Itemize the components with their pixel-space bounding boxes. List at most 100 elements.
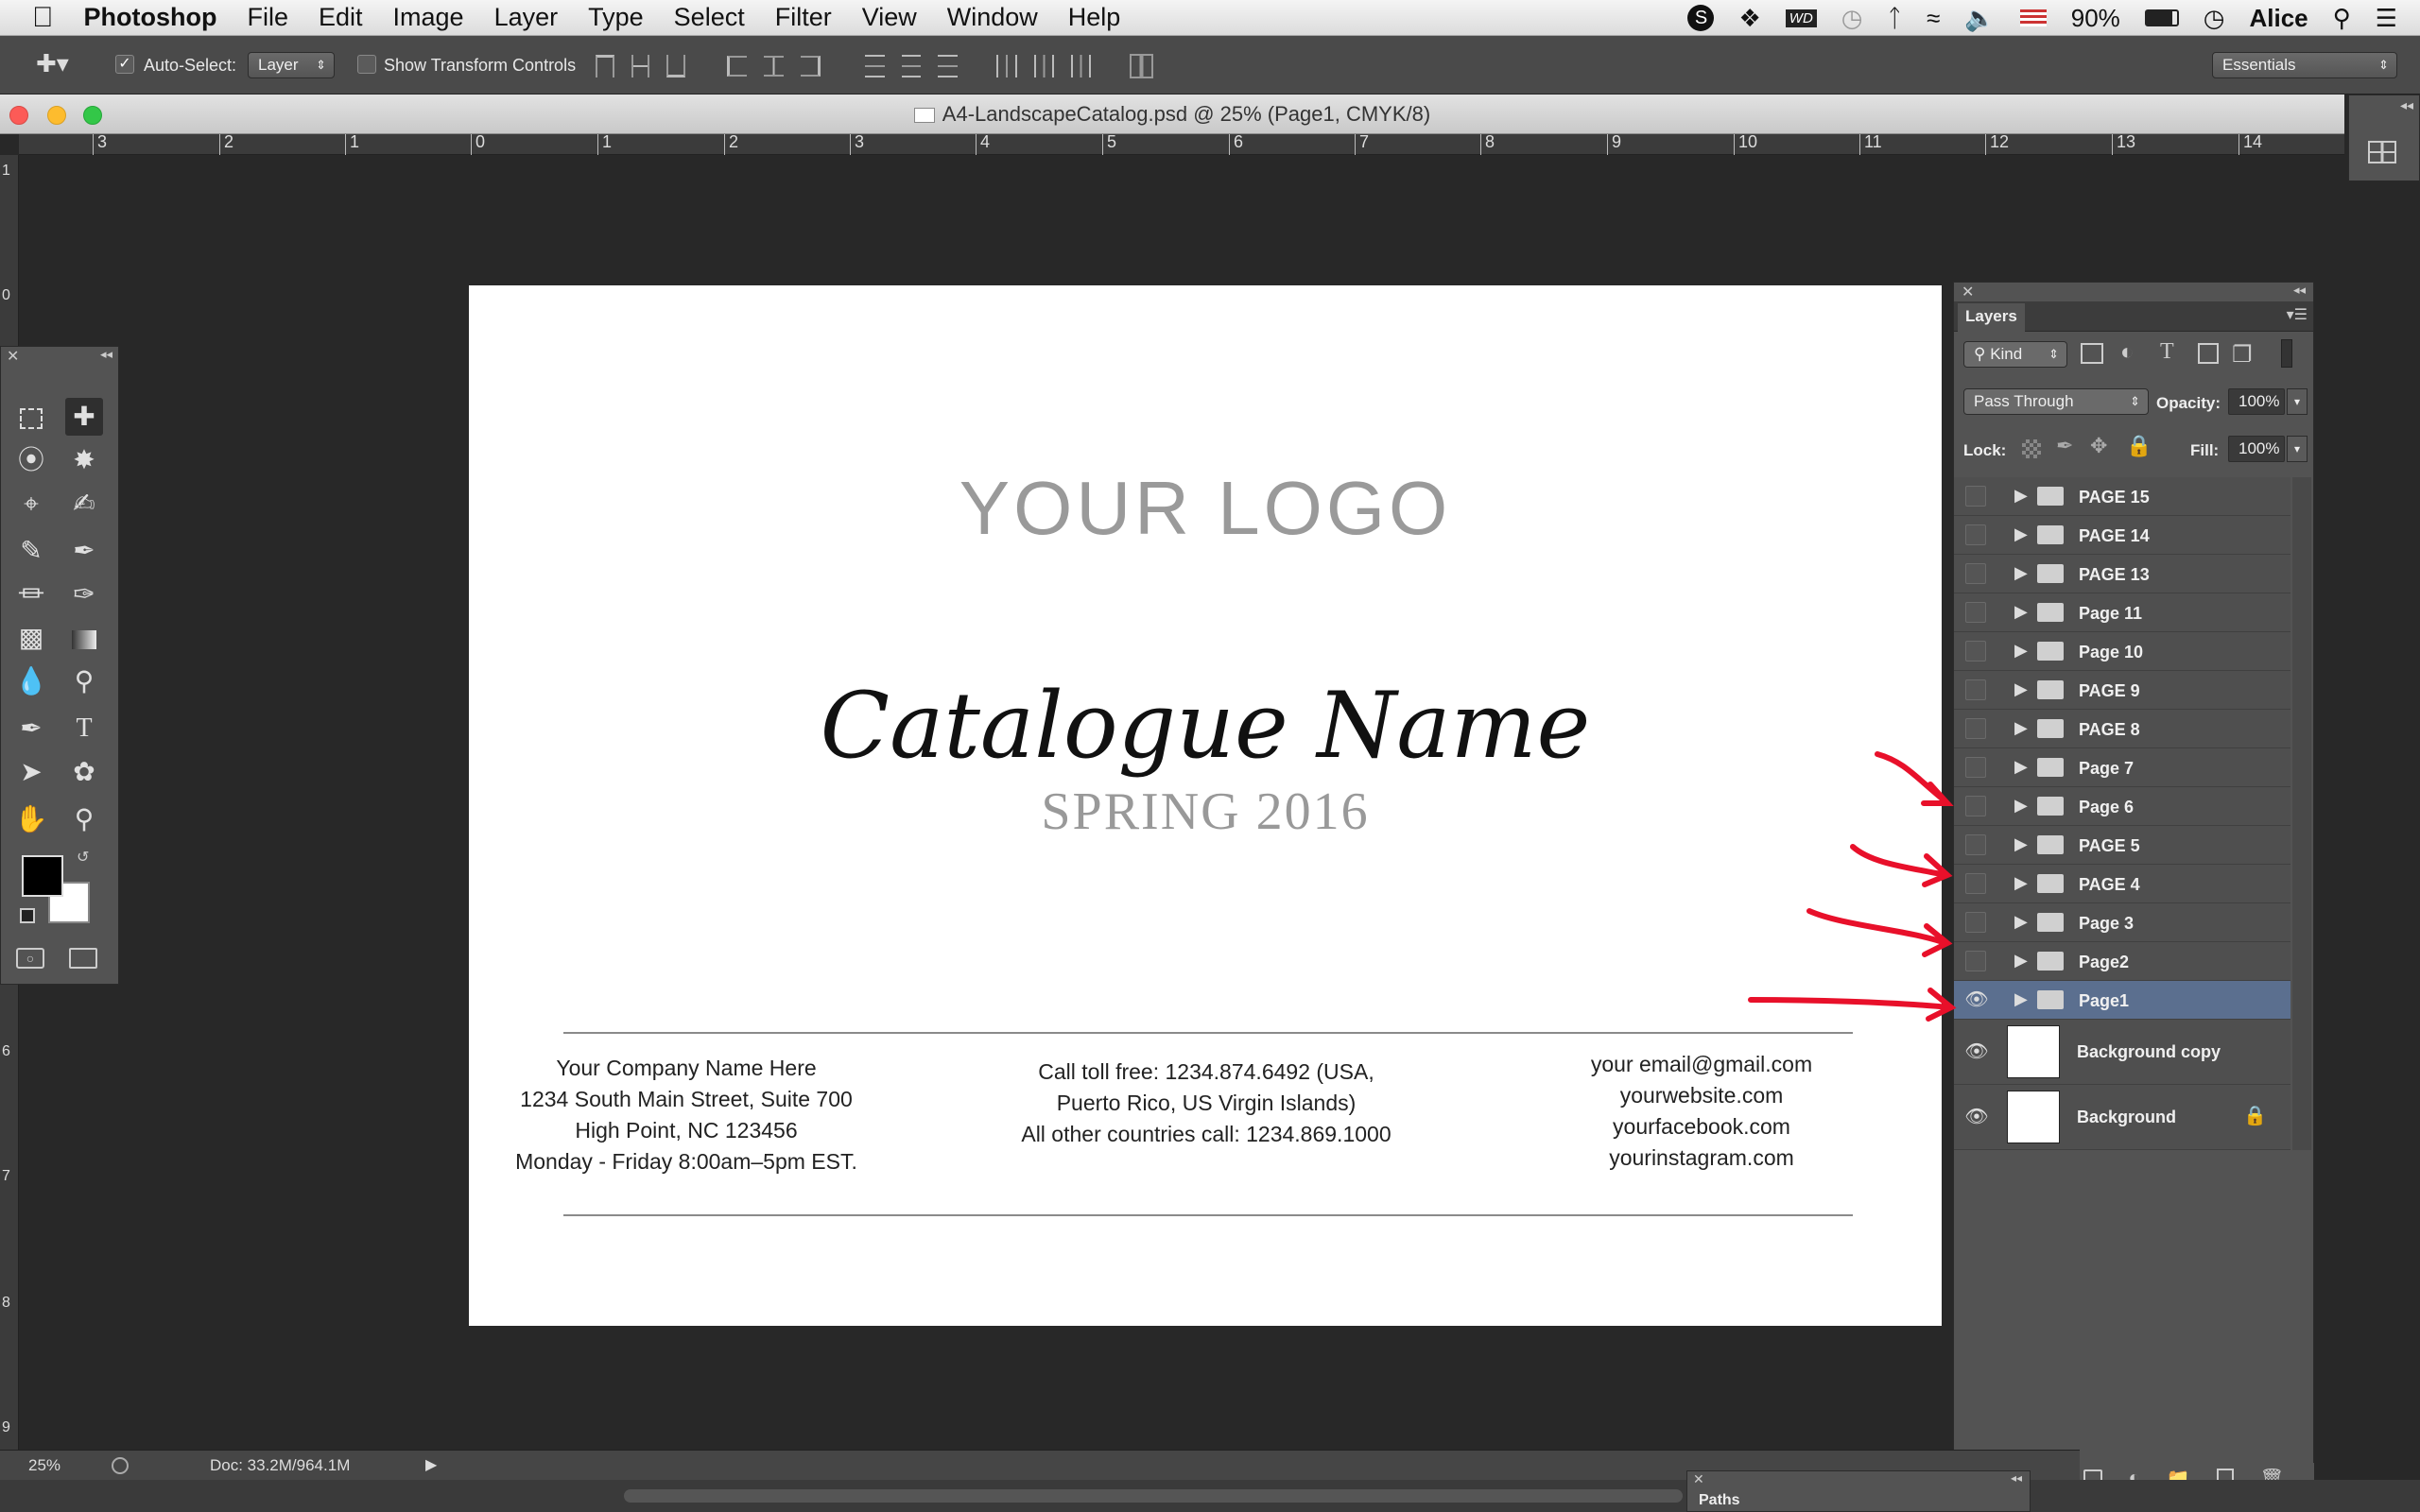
clock-icon[interactable]: ◷ bbox=[2204, 4, 2225, 33]
swap-colors-icon[interactable]: ↺ bbox=[77, 848, 89, 867]
filter-smart-object-icon[interactable]: ❐ bbox=[2232, 341, 2253, 369]
visibility-toggle[interactable] bbox=[1965, 602, 1986, 623]
dropbox-icon[interactable]: ❖ bbox=[1738, 4, 1760, 33]
eyedropper-tool-icon[interactable]: ✍ bbox=[65, 485, 103, 523]
visibility-toggle[interactable] bbox=[1965, 486, 1986, 507]
eye-icon[interactable]: 👁 bbox=[1963, 1042, 1990, 1061]
zoom-level[interactable]: 25% bbox=[28, 1451, 60, 1481]
menu-image[interactable]: Image bbox=[378, 3, 479, 32]
screen-mode-icon[interactable] bbox=[69, 948, 97, 969]
pen-tool-icon[interactable]: ✒ bbox=[12, 710, 50, 747]
eraser-tool-icon[interactable]: ▩ bbox=[12, 619, 50, 657]
filter-kind-dropdown[interactable]: ⚲ Kind ⇕ bbox=[1963, 341, 2067, 368]
menu-help[interactable]: Help bbox=[1053, 3, 1136, 32]
document-canvas[interactable]: YOUR LOGO Catalogue Name SPRING 2016 You… bbox=[469, 285, 1942, 1326]
layer-group-row[interactable]: ▶ Page 10 bbox=[1954, 632, 2290, 671]
expand-arrow-icon[interactable]: ▶ bbox=[2014, 641, 2028, 661]
brush-tool-icon[interactable]: ✒ bbox=[65, 532, 103, 570]
menu-app-photoshop[interactable]: Photoshop bbox=[69, 3, 233, 32]
magic-wand-tool-icon[interactable]: ✸ bbox=[65, 441, 103, 479]
crop-tool-icon[interactable]: ⌖ bbox=[12, 485, 50, 523]
filter-shape-icon[interactable] bbox=[2198, 343, 2219, 364]
blend-mode-dropdown[interactable]: Pass Through ⇕ bbox=[1963, 388, 2149, 415]
distribute-hcenter-icon[interactable] bbox=[1033, 55, 1054, 77]
layer-group-row[interactable]: ▶ PAGE 13 bbox=[1954, 555, 2290, 593]
close-panel-icon[interactable]: ✕ bbox=[1962, 283, 1974, 301]
close-panel-icon[interactable]: ✕ bbox=[7, 347, 19, 366]
menu-edit[interactable]: Edit bbox=[303, 3, 378, 32]
flag-icon[interactable] bbox=[2019, 9, 2047, 26]
dock-collapse-icon[interactable]: ◂◂ bbox=[2400, 97, 2413, 113]
fill-field[interactable]: 100% bbox=[2228, 436, 2285, 462]
filter-adjustment-icon[interactable]: ◐ bbox=[2120, 339, 2135, 366]
time-machine-icon[interactable]: ◷ bbox=[1841, 4, 1863, 33]
close-window-icon[interactable] bbox=[9, 106, 28, 125]
distribute-left-icon[interactable] bbox=[996, 55, 1017, 77]
expand-arrow-icon[interactable]: ▶ bbox=[2014, 718, 2028, 738]
filter-toggle-icon[interactable] bbox=[2281, 339, 2292, 368]
visibility-toggle[interactable] bbox=[1965, 524, 1986, 545]
notification-center-icon[interactable]: ☰ bbox=[2376, 4, 2397, 33]
auto-select-checkbox[interactable]: ✓ bbox=[115, 55, 134, 74]
volume-icon[interactable]: 🔈 bbox=[1964, 4, 1995, 33]
workspace-dropdown[interactable]: Essentials ⇕ bbox=[2212, 52, 2397, 78]
opacity-dropdown-icon[interactable]: ▾ bbox=[2287, 388, 2308, 415]
move-tool-icon[interactable]: ✚ bbox=[65, 398, 103, 436]
filter-pixel-icon[interactable] bbox=[2081, 343, 2103, 364]
distribute-bottom-icon[interactable] bbox=[938, 55, 959, 77]
lasso-tool-icon[interactable]: ⦿ bbox=[12, 441, 50, 479]
panel-menu-icon[interactable]: ▾☰ bbox=[2287, 305, 2308, 324]
maximize-window-icon[interactable] bbox=[83, 106, 102, 125]
apple-icon[interactable]:  bbox=[0, 2, 69, 34]
fill-dropdown-icon[interactable]: ▾ bbox=[2287, 436, 2308, 462]
expand-arrow-icon[interactable]: ▶ bbox=[2014, 679, 2028, 699]
distribute-right-icon[interactable] bbox=[1070, 55, 1092, 77]
visibility-toggle[interactable] bbox=[1965, 641, 1986, 662]
distribute-top-icon[interactable] bbox=[864, 55, 885, 77]
menu-view[interactable]: View bbox=[847, 3, 932, 32]
lock-transparent-icon[interactable] bbox=[2022, 439, 2041, 458]
default-colors-icon[interactable] bbox=[20, 908, 35, 923]
filter-type-icon[interactable]: T bbox=[2160, 339, 2174, 365]
wifi-icon[interactable]: ≈ bbox=[1927, 4, 1940, 33]
minimize-window-icon[interactable] bbox=[47, 106, 66, 125]
menu-filter[interactable]: Filter bbox=[760, 3, 847, 32]
skype-icon[interactable]: S bbox=[1687, 5, 1715, 31]
collapse-panel-icon[interactable]: ◂◂ bbox=[2293, 283, 2306, 298]
show-transform-checkbox[interactable] bbox=[357, 55, 376, 74]
menu-select[interactable]: Select bbox=[659, 3, 760, 32]
libraries-icon[interactable] bbox=[2368, 141, 2396, 163]
status-menu-icon[interactable]: ▶ bbox=[425, 1451, 437, 1481]
clone-stamp-tool-icon[interactable]: ⏛ bbox=[12, 576, 50, 613]
menu-window[interactable]: Window bbox=[932, 3, 1053, 32]
tab-paths[interactable]: Paths bbox=[1699, 1492, 1740, 1509]
blur-tool-icon[interactable]: 💧 bbox=[12, 662, 50, 700]
tab-layers[interactable]: Layers bbox=[1958, 303, 2025, 332]
eye-icon[interactable]: 👁 bbox=[1963, 1108, 1990, 1126]
collapse-panel-icon[interactable]: ◂◂ bbox=[100, 347, 112, 362]
healing-brush-tool-icon[interactable]: ✎ bbox=[12, 532, 50, 570]
close-panel-icon[interactable]: ✕ bbox=[1693, 1471, 1704, 1487]
visibility-toggle[interactable] bbox=[1965, 563, 1986, 584]
layer-group-row[interactable]: ▶ Page 11 bbox=[1954, 593, 2290, 632]
expand-arrow-icon[interactable]: ▶ bbox=[2014, 524, 2028, 544]
opacity-field[interactable]: 100% bbox=[2228, 388, 2285, 415]
menu-layer[interactable]: Layer bbox=[479, 3, 574, 32]
battery-icon[interactable] bbox=[2144, 9, 2179, 26]
expand-arrow-icon[interactable]: ▶ bbox=[2014, 602, 2028, 622]
gradient-tool-icon[interactable] bbox=[65, 619, 103, 657]
align-top-icon[interactable] bbox=[596, 55, 614, 77]
align-bottom-icon[interactable] bbox=[666, 55, 685, 77]
foreground-color-swatch[interactable] bbox=[22, 855, 63, 897]
custom-shape-tool-icon[interactable]: ✿ bbox=[65, 753, 103, 791]
menu-type[interactable]: Type bbox=[573, 3, 659, 32]
auto-select-dropdown[interactable]: Layer ⇕ bbox=[248, 52, 335, 78]
type-tool-icon[interactable]: T bbox=[65, 710, 103, 747]
layer-group-row[interactable]: ▶ PAGE 9 bbox=[1954, 671, 2290, 710]
expand-arrow-icon[interactable]: ▶ bbox=[2014, 486, 2028, 506]
marquee-tool-icon[interactable] bbox=[12, 398, 50, 436]
visibility-toggle[interactable] bbox=[1965, 718, 1986, 739]
bluetooth-icon[interactable]: ᛏ bbox=[1887, 4, 1902, 33]
menu-file[interactable]: File bbox=[232, 3, 303, 32]
path-selection-tool-icon[interactable]: ➤ bbox=[12, 753, 50, 791]
